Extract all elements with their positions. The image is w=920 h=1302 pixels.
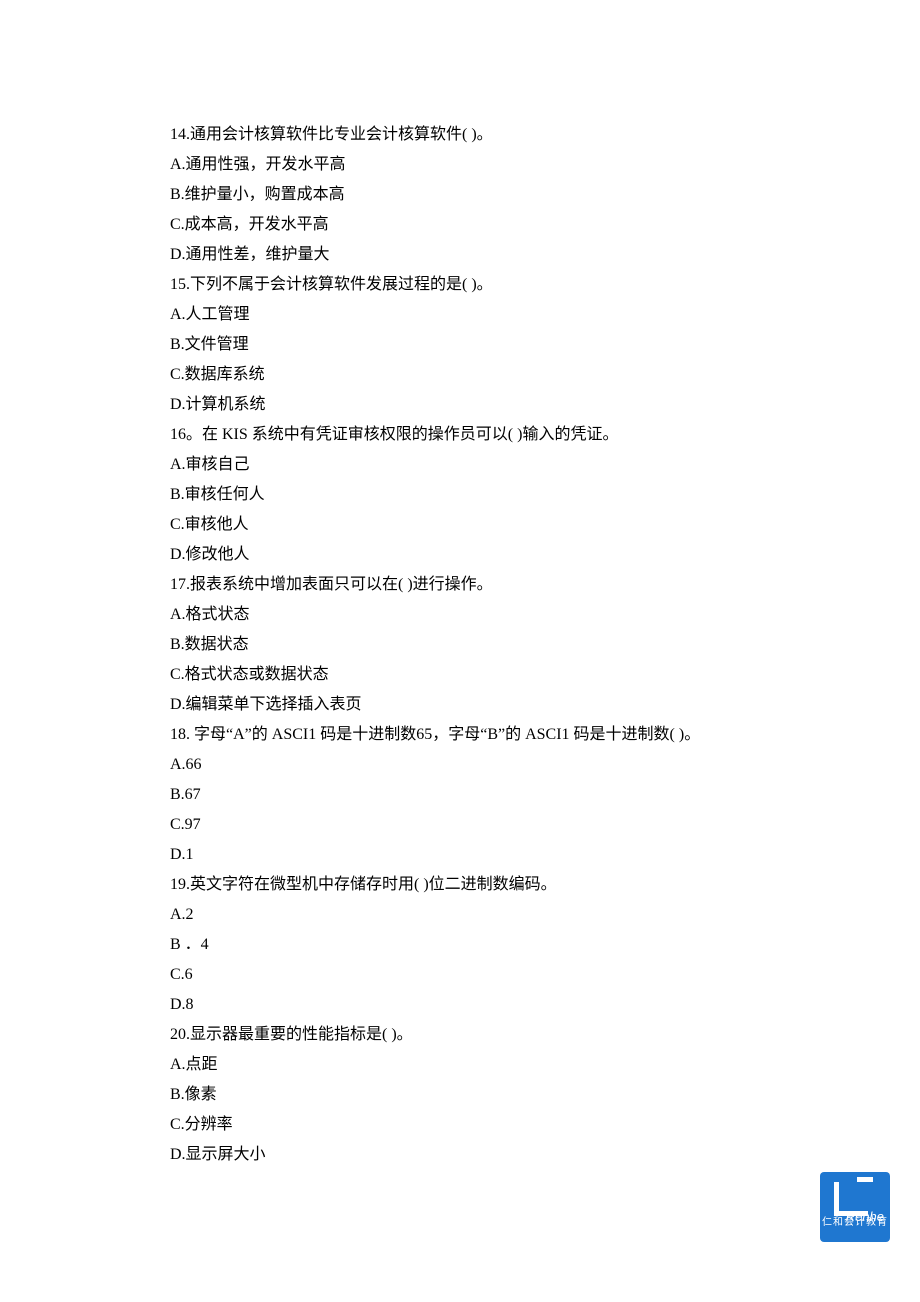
question-option: B ．4 <box>170 930 750 960</box>
question-option: C.97 <box>170 810 750 840</box>
question-option: B.像素 <box>170 1080 750 1110</box>
question-14: 14.通用会计核算软件比专业会计核算软件( )。 A.通用性强，开发水平高 B.… <box>170 120 750 270</box>
question-option: B.67 <box>170 780 750 810</box>
question-stem: 18. 字母“A”的 ASCI1 码是十进制数65，字母“B”的 ASCI1 码… <box>170 720 750 750</box>
question-option: D.显示屏大小 <box>170 1140 750 1170</box>
question-option: A.66 <box>170 750 750 780</box>
question-option: C.成本高，开发水平高 <box>170 210 750 240</box>
question-option: B.维护量小，购置成本高 <box>170 180 750 210</box>
question-option: A.格式状态 <box>170 600 750 630</box>
document-page: 14.通用会计核算软件比专业会计核算软件( )。 A.通用性强，开发水平高 B.… <box>0 0 920 1302</box>
question-option: A.点距 <box>170 1050 750 1080</box>
question-option: D.计算机系统 <box>170 390 750 420</box>
question-stem: 15.下列不属于会计核算软件发展过程的是( )。 <box>170 270 750 300</box>
question-16: 16。在 KIS 系统中有凭证审核权限的操作员可以( )输入的凭证。 A.审核自… <box>170 420 750 570</box>
question-15: 15.下列不属于会计核算软件发展过程的是( )。 A.人工管理 B.文件管理 C… <box>170 270 750 420</box>
logo-script-text: Renhe <box>846 1202 884 1232</box>
question-option: A.审核自己 <box>170 450 750 480</box>
question-17: 17.报表系统中增加表面只可以在( )进行操作。 A.格式状态 B.数据状态 C… <box>170 570 750 720</box>
question-option: D.1 <box>170 840 750 870</box>
question-stem: 17.报表系统中增加表面只可以在( )进行操作。 <box>170 570 750 600</box>
question-option: D.通用性差，维护量大 <box>170 240 750 270</box>
question-option: B.审核任何人 <box>170 480 750 510</box>
question-option: C.格式状态或数据状态 <box>170 660 750 690</box>
question-stem: 20.显示器最重要的性能指标是( )。 <box>170 1020 750 1050</box>
question-stem: 16。在 KIS 系统中有凭证审核权限的操作员可以( )输入的凭证。 <box>170 420 750 450</box>
question-option: A.通用性强，开发水平高 <box>170 150 750 180</box>
question-20: 20.显示器最重要的性能指标是( )。 A.点距 B.像素 C.分辨率 D.显示… <box>170 1020 750 1170</box>
question-option: C.数据库系统 <box>170 360 750 390</box>
question-option: B.数据状态 <box>170 630 750 660</box>
question-option: D.编辑菜单下选择插入表页 <box>170 690 750 720</box>
question-18: 18. 字母“A”的 ASCI1 码是十进制数65，字母“B”的 ASCI1 码… <box>170 720 750 870</box>
renhe-logo: Renhe 仁和会计教育 <box>820 1172 890 1242</box>
question-option: A.2 <box>170 900 750 930</box>
question-option: C.审核他人 <box>170 510 750 540</box>
question-option: D.修改他人 <box>170 540 750 570</box>
question-stem: 14.通用会计核算软件比专业会计核算软件( )。 <box>170 120 750 150</box>
question-option: A.人工管理 <box>170 300 750 330</box>
question-19: 19.英文字符在微型机中存储存时用( )位二进制数编码。 A.2 B ．4 C.… <box>170 870 750 1020</box>
question-option: D.8 <box>170 990 750 1020</box>
question-option: C.分辨率 <box>170 1110 750 1140</box>
question-option: B.文件管理 <box>170 330 750 360</box>
question-stem: 19.英文字符在微型机中存储存时用( )位二进制数编码。 <box>170 870 750 900</box>
question-option: C.6 <box>170 960 750 990</box>
